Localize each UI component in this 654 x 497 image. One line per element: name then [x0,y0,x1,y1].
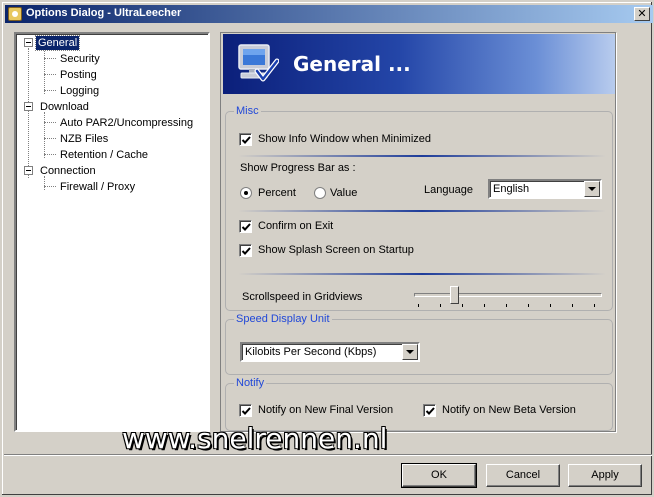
page-title: General ... [293,52,411,76]
slider-tick [572,304,573,307]
chevron-down-icon[interactable] [584,181,600,197]
show-info-window-checkbox[interactable] [239,133,252,146]
tree-item-nzb-files[interactable]: NZB Files [58,132,110,146]
window-title: Options Dialog - UltraLeecher [26,7,182,19]
tree-line [44,154,56,155]
tree-item-auto-par2[interactable]: Auto PAR2/Uncompressing [58,116,195,130]
tree-line [28,48,29,178]
collapse-icon[interactable] [24,102,33,111]
checkmark-icon [241,136,251,144]
separator [238,155,606,157]
scrollspeed-slider[interactable] [414,284,604,308]
ok-button[interactable]: OK [401,463,477,488]
misc-group-title: Misc [234,104,261,118]
checkmark-icon [425,407,435,415]
checkmark-icon [241,407,251,415]
slider-tick [484,304,485,307]
watermark: www.snelrennen.nl [122,422,388,455]
misc-group: Misc Show Info Window when Minimized Sho… [225,104,613,311]
options-tree[interactable]: General Security Posting Logging Downloa… [14,32,210,432]
tree-item-firewall-proxy[interactable]: Firewall / Proxy [58,180,137,194]
separator [238,273,606,275]
tree-line [44,138,56,139]
splash-screen-label[interactable]: Show Splash Screen on Startup [258,244,414,257]
confirm-exit-label[interactable]: Confirm on Exit [258,220,333,233]
percent-radio[interactable] [240,187,252,199]
percent-label[interactable]: Percent [258,187,296,200]
speed-unit-value: Kilobits Per Second (Kbps) [245,346,377,358]
monitor-check-icon [238,44,279,82]
close-button[interactable]: ✕ [634,7,650,21]
page-banner: General ... [223,34,615,94]
general-settings-panel: General ... Misc Show Info Window when M… [220,32,616,432]
slider-tick [418,304,419,307]
language-label: Language [424,184,473,196]
confirm-exit-checkbox[interactable] [239,220,252,233]
app-icon [8,7,22,21]
slider-tick [550,304,551,307]
notify-final-label[interactable]: Notify on New Final Version [258,404,393,417]
tree-line [44,48,45,94]
slider-track[interactable] [414,293,602,297]
slider-tick [594,304,595,307]
collapse-icon[interactable] [24,166,33,175]
tree-line [44,112,45,158]
notify-final-checkbox[interactable] [239,404,252,417]
apply-button[interactable]: Apply [568,464,642,487]
tree-item-security[interactable]: Security [58,52,102,66]
notify-group-title: Notify [234,376,267,390]
value-radio[interactable] [314,187,326,199]
tree-line [44,122,56,123]
notify-beta-label[interactable]: Notify on New Beta Version [442,404,576,417]
tree-item-posting[interactable]: Posting [58,68,99,82]
separator [4,454,652,456]
tree-line [44,176,45,190]
tree-line [44,74,56,75]
value-label[interactable]: Value [330,187,357,200]
notify-beta-checkbox[interactable] [423,404,436,417]
options-dialog: Options Dialog - UltraLeecher ✕ General … [0,0,654,497]
cancel-button[interactable]: Cancel [486,464,560,487]
show-info-window-label[interactable]: Show Info Window when Minimized [258,133,431,146]
scrollspeed-label: Scrollspeed in Gridviews [242,291,363,303]
collapse-icon[interactable] [24,38,33,47]
tree-item-logging[interactable]: Logging [58,84,101,98]
tree-line [44,90,56,91]
tree-item-general[interactable]: General [34,35,81,51]
language-select[interactable]: English [488,179,602,199]
tree-item-retention-cache[interactable]: Retention / Cache [58,148,150,162]
slider-thumb[interactable] [450,286,459,304]
checkmark-icon [241,223,251,231]
speed-display-group: Speed Display Unit Kilobits Per Second (… [225,312,613,375]
tree-item-connection[interactable]: Connection [38,164,98,178]
slider-tick [528,304,529,307]
speed-group-title: Speed Display Unit [234,312,332,326]
title-bar[interactable]: Options Dialog - UltraLeecher ✕ [5,5,653,23]
chevron-down-icon[interactable] [402,344,418,360]
speed-unit-select[interactable]: Kilobits Per Second (Kbps) [240,342,420,362]
splash-screen-checkbox[interactable] [239,244,252,257]
slider-tick [440,304,441,307]
tree-line [44,58,56,59]
separator [238,210,606,212]
checkmark-icon [241,247,251,255]
tree-item-download[interactable]: Download [38,100,91,114]
slider-tick [462,304,463,307]
slider-tick [506,304,507,307]
progress-bar-label: Show Progress Bar as : [240,162,356,174]
language-value: English [493,183,530,195]
tree-line [44,186,56,187]
